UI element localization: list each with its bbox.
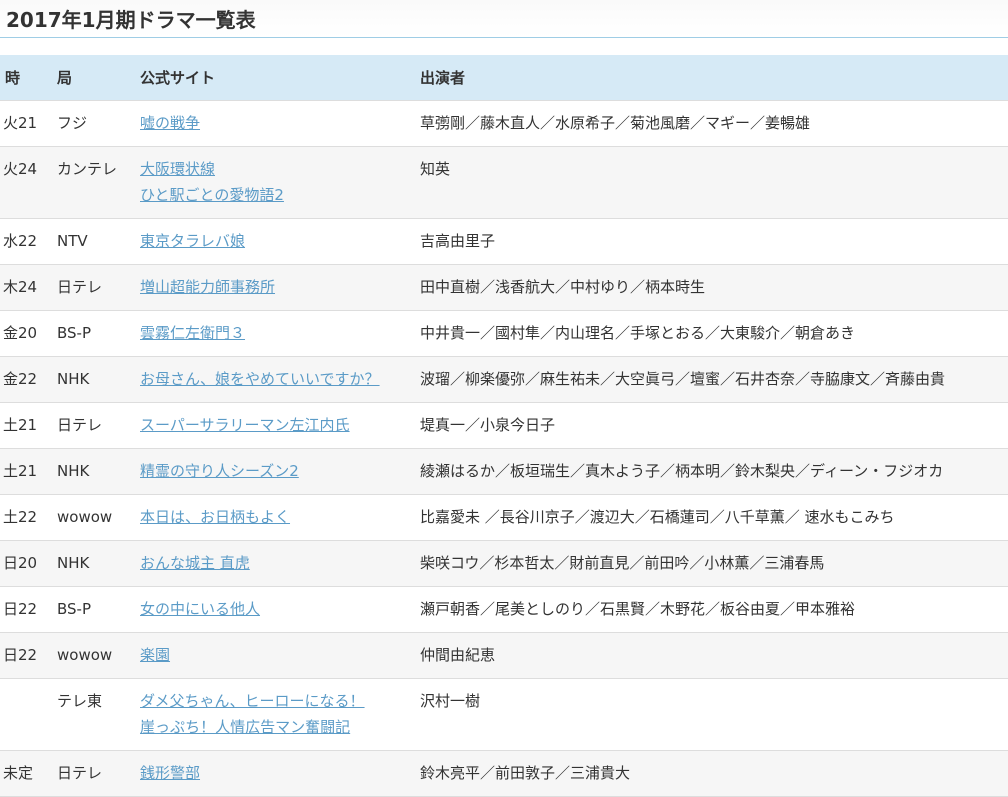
cell-channel: wowow — [52, 493, 135, 540]
cell-channel: NHK — [52, 539, 135, 586]
cell-site: 大阪環状線 ひと駅ごとの愛物語2 — [135, 145, 415, 218]
table-row: 金22 NHK お母さん、娘をやめていいですか？ 波瑠／柳楽優弥／麻生祐未／大空眞弓／… — [0, 355, 1008, 402]
official-site-link[interactable]: スーパーサラリーマン左江内氏 — [140, 412, 415, 438]
cell-channel: 日テレ — [52, 401, 135, 448]
official-site-link[interactable]: 大阪環状線 — [140, 156, 415, 182]
cell-time: 土21 — [0, 447, 52, 494]
cell-cast: 比嘉愛未 ／長谷川京子／渡辺大／石橋蓮司／八千草薫／ 速水もこみち — [415, 493, 1008, 540]
official-site-link[interactable]: 銭形警部 — [140, 760, 415, 786]
cell-time: 土21 — [0, 401, 52, 448]
official-site-link[interactable]: お母さん、娘をやめていいですか？ — [140, 366, 415, 392]
cell-channel: wowow — [52, 631, 135, 678]
cell-cast: 仲間由紀恵 — [415, 631, 1008, 678]
cell-channel: 日テレ — [52, 263, 135, 310]
cell-time: 未定 — [0, 749, 52, 797]
cell-site: スーパーサラリーマン左江内氏 — [135, 401, 415, 448]
table-row: 土21 日テレ スーパーサラリーマン左江内氏 堤真一／小泉今日子 — [0, 401, 1008, 448]
cell-channel: NHK — [52, 447, 135, 494]
cell-cast: 吉高由里子 — [415, 217, 1008, 264]
cell-cast: 沢村一樹 — [415, 677, 1008, 750]
cell-site: おんな城主 直虎 — [135, 539, 415, 586]
cell-channel: NTV — [52, 217, 135, 264]
header-cast: 出演者 — [415, 55, 1008, 100]
cell-channel: BS-P — [52, 309, 135, 356]
table-row: 火21 フジ 嘘の戦争 草彅剛／藤木直人／水原希子／菊池風磨／マギー／姜暢雄 — [0, 99, 1008, 146]
cell-channel: NHK — [52, 355, 135, 402]
official-site-link[interactable]: 精霊の守り人シーズン2 — [140, 458, 415, 484]
table-row: 水22 NTV 東京タラレバ娘 吉高由里子 — [0, 217, 1008, 264]
table-body: 火21 フジ 嘘の戦争 草彅剛／藤木直人／水原希子／菊池風磨／マギー／姜暢雄 火24 カン… — [0, 99, 1008, 797]
page-title: 2017年1月期ドラマ一覧表 — [0, 0, 1008, 38]
cell-site: お母さん、娘をやめていいですか？ — [135, 355, 415, 402]
cell-site: 増山超能力師事務所 — [135, 263, 415, 310]
cell-cast: 綾瀬はるか／板垣瑞生／真木よう子／柄本明／鈴木梨央／ディーン・フジオカ — [415, 447, 1008, 494]
cell-cast: 堤真一／小泉今日子 — [415, 401, 1008, 448]
cell-site: 女の中にいる他人 — [135, 585, 415, 632]
cell-site: 銭形警部 — [135, 749, 415, 797]
table-row: 日22 BS-P 女の中にいる他人 瀬戸朝香／尾美としのり／石黒賢／木野花／板谷由夏／… — [0, 585, 1008, 632]
cell-channel: 日テレ — [52, 749, 135, 797]
cell-site: 本日は、お日柄もよく — [135, 493, 415, 540]
cell-cast: 知英 — [415, 145, 1008, 218]
cell-site: 嘘の戦争 — [135, 99, 415, 146]
cell-site: ダメ父ちゃん、ヒーローになる！ 崖っぷち！人情広告マン奮闘記 — [135, 677, 415, 750]
cell-time: 土22 — [0, 493, 52, 540]
drama-table: 時 局 公式サイト 出演者 火21 フジ 嘘の戦争 草彅剛／藤木直人／水原希子／菊池風… — [0, 55, 1008, 797]
table-row: 土21 NHK 精霊の守り人シーズン2 綾瀬はるか／板垣瑞生／真木よう子／柄本明／鈴木… — [0, 447, 1008, 494]
table-row: 金20 BS-P 雲霧仁左衛門３ 中井貴一／國村隼／内山理名／手塚とおる／大東駿介／朝… — [0, 309, 1008, 356]
cell-time: 木24 — [0, 263, 52, 310]
official-site-link[interactable]: 東京タラレバ娘 — [140, 228, 415, 254]
cell-channel: カンテレ — [52, 145, 135, 218]
table-row: 日22 wowow 楽園 仲間由紀恵 — [0, 631, 1008, 678]
cell-time: 日20 — [0, 539, 52, 586]
cell-time — [0, 677, 52, 750]
cell-time: 金22 — [0, 355, 52, 402]
official-site-link[interactable]: ひと駅ごとの愛物語2 — [140, 182, 415, 208]
cell-channel: フジ — [52, 99, 135, 146]
cell-time: 日22 — [0, 585, 52, 632]
cell-cast: 柴咲コウ／杉本哲太／財前直見／前田吟／小林薫／三浦春馬 — [415, 539, 1008, 586]
table-row: テレ東 ダメ父ちゃん、ヒーローになる！ 崖っぷち！人情広告マン奮闘記 沢村一樹 — [0, 677, 1008, 750]
table-header: 時 局 公式サイト 出演者 — [0, 55, 1008, 100]
cell-site: 楽園 — [135, 631, 415, 678]
official-site-link[interactable]: おんな城主 直虎 — [140, 550, 415, 576]
header-time: 時 — [0, 55, 52, 100]
cell-site: 雲霧仁左衛門３ — [135, 309, 415, 356]
official-site-link[interactable]: 増山超能力師事務所 — [140, 274, 415, 300]
table-row: 日20 NHK おんな城主 直虎 柴咲コウ／杉本哲太／財前直見／前田吟／小林薫／三浦春… — [0, 539, 1008, 586]
official-site-link[interactable]: 崖っぷち！人情広告マン奮闘記 — [140, 714, 415, 740]
cell-site: 東京タラレバ娘 — [135, 217, 415, 264]
cell-cast: 瀬戸朝香／尾美としのり／石黒賢／木野花／板谷由夏／甲本雅裕 — [415, 585, 1008, 632]
official-site-link[interactable]: ダメ父ちゃん、ヒーローになる！ — [140, 688, 415, 714]
cell-cast: 中井貴一／國村隼／内山理名／手塚とおる／大東駿介／朝倉あき — [415, 309, 1008, 356]
cell-channel: BS-P — [52, 585, 135, 632]
table-row: 木24 日テレ 増山超能力師事務所 田中直樹／浅香航大／中村ゆり／柄本時生 — [0, 263, 1008, 310]
official-site-link[interactable]: 女の中にいる他人 — [140, 596, 415, 622]
cell-site: 精霊の守り人シーズン2 — [135, 447, 415, 494]
cell-time: 水22 — [0, 217, 52, 264]
cell-cast: 草彅剛／藤木直人／水原希子／菊池風磨／マギー／姜暢雄 — [415, 99, 1008, 146]
cell-channel: テレ東 — [52, 677, 135, 750]
cell-time: 火24 — [0, 145, 52, 218]
official-site-link[interactable]: 嘘の戦争 — [140, 110, 415, 136]
cell-time: 日22 — [0, 631, 52, 678]
header-channel: 局 — [52, 55, 135, 100]
official-site-link[interactable]: 楽園 — [140, 642, 415, 668]
table-row: 未定 日テレ 銭形警部 鈴木亮平／前田敦子／三浦貴大 — [0, 749, 1008, 797]
cell-cast: 波瑠／柳楽優弥／麻生祐未／大空眞弓／壇蜜／石井杏奈／寺脇康文／斉藤由貴 — [415, 355, 1008, 402]
cell-time: 火21 — [0, 99, 52, 146]
table-row: 土22 wowow 本日は、お日柄もよく 比嘉愛未 ／長谷川京子／渡辺大／石橋蓮司／八… — [0, 493, 1008, 540]
table-row: 火24 カンテレ 大阪環状線 ひと駅ごとの愛物語2 知英 — [0, 145, 1008, 218]
cell-time: 金20 — [0, 309, 52, 356]
cell-cast: 田中直樹／浅香航大／中村ゆり／柄本時生 — [415, 263, 1008, 310]
cell-cast: 鈴木亮平／前田敦子／三浦貴大 — [415, 749, 1008, 797]
official-site-link[interactable]: 雲霧仁左衛門３ — [140, 320, 415, 346]
header-site: 公式サイト — [135, 55, 415, 100]
official-site-link[interactable]: 本日は、お日柄もよく — [140, 504, 415, 530]
